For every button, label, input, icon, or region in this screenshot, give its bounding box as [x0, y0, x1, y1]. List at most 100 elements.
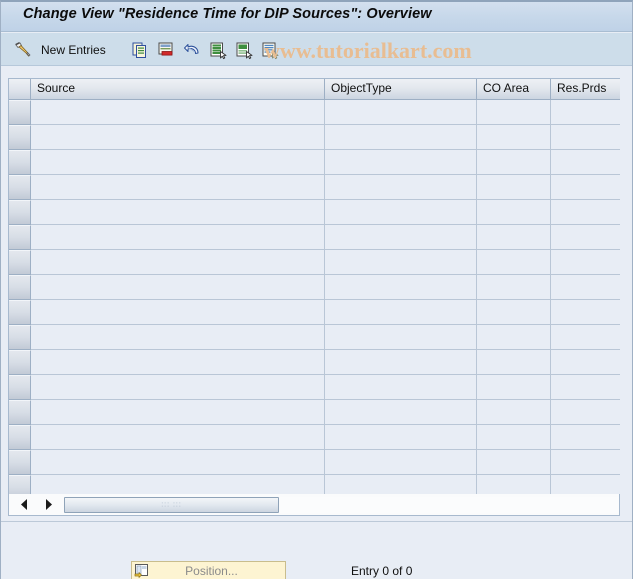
table-cell[interactable] [31, 200, 325, 225]
table-cell[interactable] [551, 375, 620, 400]
row-select-button[interactable] [9, 200, 31, 225]
table-cell[interactable] [477, 100, 551, 125]
table-cell[interactable] [551, 325, 620, 350]
table-cell[interactable] [477, 275, 551, 300]
table-row[interactable] [9, 175, 620, 200]
column-header-co-area[interactable]: CO Area [477, 79, 551, 100]
table-cell[interactable] [477, 300, 551, 325]
table-cell[interactable] [551, 300, 620, 325]
delete-icon[interactable] [156, 40, 176, 60]
table-cell[interactable] [551, 275, 620, 300]
table-cell[interactable] [477, 225, 551, 250]
table-row[interactable] [9, 400, 620, 425]
table-row[interactable] [9, 100, 620, 125]
row-select-button[interactable] [9, 375, 31, 400]
table-cell[interactable] [325, 400, 477, 425]
scroll-right-icon[interactable] [40, 496, 57, 514]
column-header-res-prds[interactable]: Res.Prds [551, 79, 620, 100]
table-cell[interactable] [31, 325, 325, 350]
row-select-button[interactable] [9, 100, 31, 125]
table-cell[interactable] [31, 250, 325, 275]
table-cell[interactable] [551, 225, 620, 250]
table-cell[interactable] [31, 300, 325, 325]
table-cell[interactable] [31, 100, 325, 125]
table-cell[interactable] [325, 150, 477, 175]
table-row[interactable] [9, 375, 620, 400]
table-cell[interactable] [325, 100, 477, 125]
select-all-icon[interactable] [208, 40, 228, 60]
table-row[interactable] [9, 350, 620, 375]
table-cell[interactable] [325, 250, 477, 275]
row-select-button[interactable] [9, 450, 31, 475]
table-cell[interactable] [551, 200, 620, 225]
table-row[interactable] [9, 200, 620, 225]
table-cell[interactable] [551, 175, 620, 200]
deselect-all-icon[interactable] [234, 40, 254, 60]
row-select-button[interactable] [9, 250, 31, 275]
table-cell[interactable] [477, 200, 551, 225]
table-cell[interactable] [551, 400, 620, 425]
table-cell[interactable] [31, 450, 325, 475]
table-cell[interactable] [31, 275, 325, 300]
table-cell[interactable] [551, 100, 620, 125]
table-cell[interactable] [477, 325, 551, 350]
select-all-corner-cell[interactable] [9, 79, 31, 100]
table-cell[interactable] [325, 200, 477, 225]
table-cell[interactable] [477, 250, 551, 275]
new-entries-button[interactable]: New Entries [41, 43, 106, 57]
table-cell[interactable] [325, 275, 477, 300]
pencil-edit-icon[interactable] [13, 40, 33, 60]
table-cell[interactable] [551, 250, 620, 275]
table-cell[interactable] [325, 375, 477, 400]
horizontal-scrollbar[interactable]: ::: ::: [8, 494, 620, 516]
table-cell[interactable] [551, 425, 620, 450]
position-button[interactable]: Position... [131, 561, 286, 579]
table-cell[interactable] [477, 375, 551, 400]
table-cell[interactable] [551, 350, 620, 375]
table-row[interactable] [9, 300, 620, 325]
table-cell[interactable] [477, 150, 551, 175]
table-cell[interactable] [31, 400, 325, 425]
table-cell[interactable] [31, 425, 325, 450]
table-cell[interactable] [551, 150, 620, 175]
table-cell[interactable] [477, 400, 551, 425]
table-cell[interactable] [477, 350, 551, 375]
table-cell[interactable] [477, 125, 551, 150]
table-row[interactable] [9, 125, 620, 150]
scrollbar-thumb[interactable]: ::: ::: [64, 496, 279, 513]
column-header-objecttype[interactable]: ObjectType [325, 79, 477, 100]
row-select-button[interactable] [9, 400, 31, 425]
row-select-button[interactable] [9, 350, 31, 375]
row-select-button[interactable] [9, 225, 31, 250]
table-cell[interactable] [477, 425, 551, 450]
table-row[interactable] [9, 325, 620, 350]
table-cell[interactable] [31, 375, 325, 400]
table-cell[interactable] [31, 175, 325, 200]
table-cell[interactable] [325, 350, 477, 375]
row-select-button[interactable] [9, 325, 31, 350]
row-select-button[interactable] [9, 300, 31, 325]
table-cell[interactable] [325, 300, 477, 325]
table-cell[interactable] [325, 225, 477, 250]
table-cell[interactable] [551, 125, 620, 150]
table-cell[interactable] [477, 175, 551, 200]
table-row[interactable] [9, 425, 620, 450]
table-cell[interactable] [325, 175, 477, 200]
table-cell[interactable] [31, 350, 325, 375]
table-cell[interactable] [31, 150, 325, 175]
details-icon[interactable] [260, 40, 280, 60]
column-header-source[interactable]: Source [31, 79, 325, 100]
table-cell[interactable] [31, 225, 325, 250]
row-select-button[interactable] [9, 175, 31, 200]
table-cell[interactable] [31, 125, 325, 150]
table-cell[interactable] [325, 125, 477, 150]
row-select-button[interactable] [9, 125, 31, 150]
table-row[interactable] [9, 275, 620, 300]
table-row[interactable] [9, 250, 620, 275]
table-cell[interactable] [325, 450, 477, 475]
undo-icon[interactable] [182, 40, 202, 60]
copy-icon[interactable] [130, 40, 150, 60]
table-row[interactable] [9, 225, 620, 250]
scrollbar-track[interactable]: ::: ::: [64, 496, 619, 513]
table-cell[interactable] [551, 450, 620, 475]
